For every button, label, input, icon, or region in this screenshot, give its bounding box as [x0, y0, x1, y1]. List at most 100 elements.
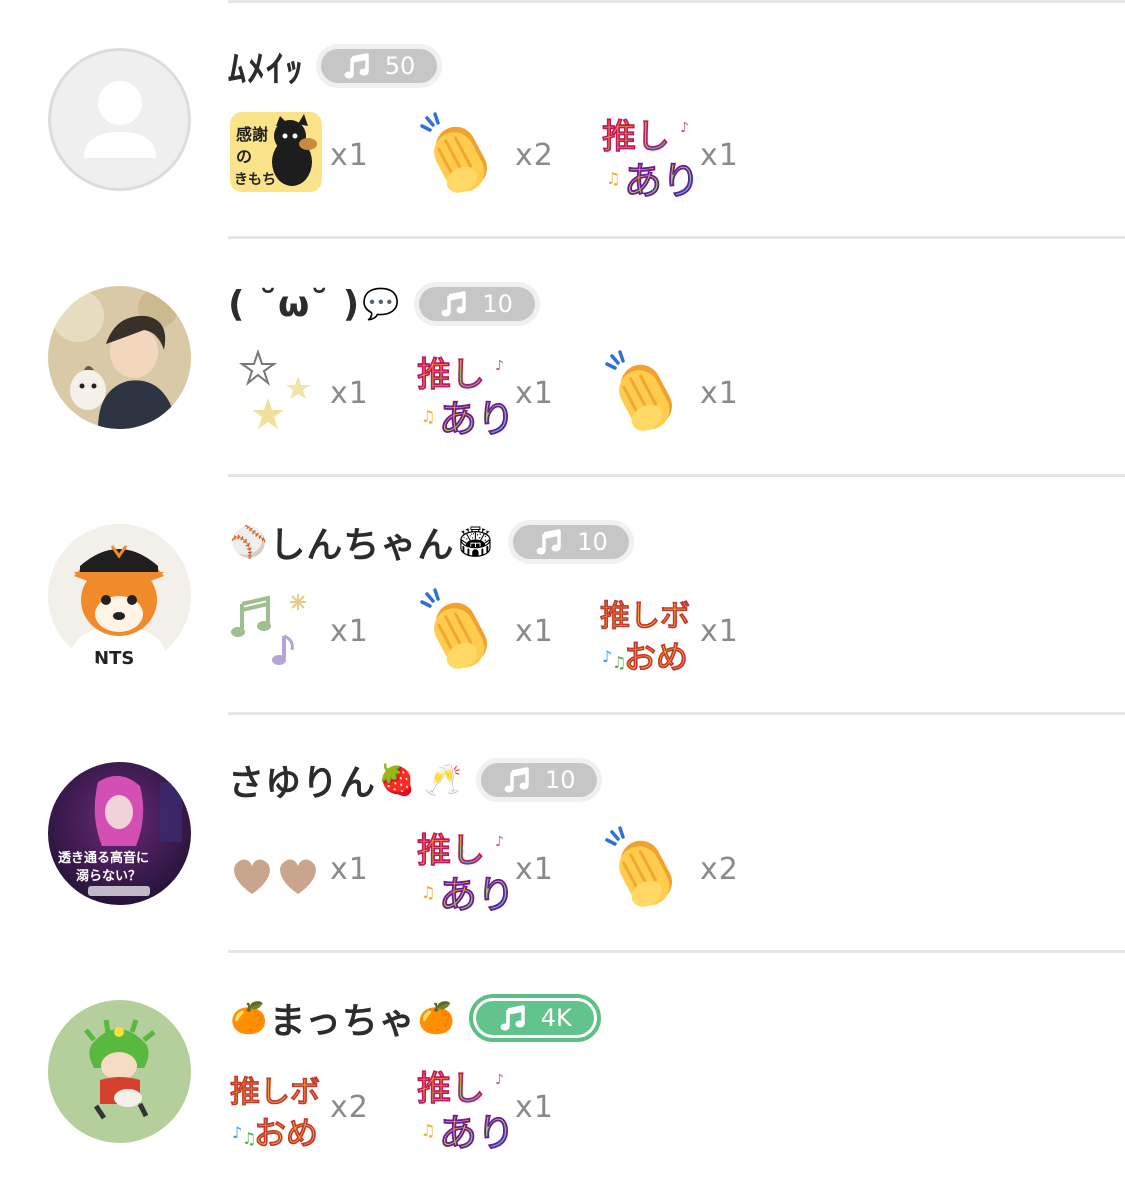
- user-name[interactable]: ( ˘ω˘ ): [228, 284, 360, 325]
- supporter-row[interactable]: ﾑﾒｲｯ 50 感謝 の きもち x1 x2 推し あり ♪ ♫ x1: [0, 0, 1125, 237]
- gift-item[interactable]: 推し あり ♪ ♫ x1: [413, 824, 554, 914]
- support-badge-value: 10: [544, 766, 576, 794]
- svg-text:♪: ♪: [602, 647, 612, 666]
- name-emoji-before: ⚾: [230, 524, 268, 560]
- gift-item[interactable]: x1: [228, 348, 369, 438]
- anime-boy-avatar[interactable]: [48, 286, 191, 429]
- name-emoji-before: 🍊: [230, 1000, 268, 1036]
- gift-count: x1: [515, 375, 554, 411]
- svg-text:の: の: [236, 147, 252, 166]
- support-badge: 50: [316, 44, 442, 88]
- support-badge: 10: [508, 520, 635, 564]
- svg-text:おめ: おめ: [624, 638, 688, 676]
- hearts-sticker: [228, 824, 324, 914]
- user-name[interactable]: ﾑﾒｲｯ: [228, 40, 304, 92]
- svg-text:推し: 推し: [417, 1069, 485, 1109]
- user-name-line: ﾑﾒｲｯ 50: [228, 40, 442, 92]
- gift-item[interactable]: x1: [598, 348, 739, 438]
- gift-item[interactable]: 推しボ おめ ♪ ♫ x2: [228, 1062, 369, 1152]
- name-emoji-after: 🍊: [417, 1000, 456, 1036]
- mascot-avatar[interactable]: NTS: [48, 524, 191, 667]
- gift-item[interactable]: 推し あり ♪ ♫ x1: [413, 348, 554, 438]
- oshi-ari-sticker: 推し あり ♪ ♫: [598, 110, 694, 200]
- oshi-ari-sticker: 推し あり ♪ ♫: [413, 1062, 509, 1152]
- name-emoji-after: 🍓 🥂: [378, 762, 463, 798]
- supporter-row[interactable]: 🍊 まっちゃ 🍊 4K 推しボ おめ ♪ ♫ x2 推し あり ♪ ♫ x1: [0, 952, 1125, 1189]
- supporter-row[interactable]: NTS ⚾ しんちゃん 🏟 10 x1 x1 推しボ おめ ♪ ♫ x1: [0, 476, 1125, 713]
- gift-count: x2: [515, 137, 554, 173]
- svg-text:推しボ: 推しボ: [230, 1075, 320, 1110]
- svg-text:♫: ♫: [421, 883, 435, 902]
- support-badge-value: 10: [577, 528, 608, 556]
- gift-count: x1: [515, 1089, 554, 1125]
- svg-text:透き通る高音に: 透き通る高音に: [58, 850, 149, 866]
- name-emoji-after: 💬: [362, 286, 400, 322]
- clap-sticker: [413, 586, 509, 676]
- support-badge-value: 10: [482, 290, 513, 318]
- gift-count: x1: [515, 851, 554, 887]
- gift-supporter-list: ﾑﾒｲｯ 50 感謝 の きもち x1 x2 推し あり ♪ ♫ x1 (˘ω…: [0, 0, 1125, 1185]
- svg-text:あり: あり: [439, 873, 509, 914]
- svg-text:♫: ♫: [421, 1121, 435, 1140]
- gift-count: x1: [330, 137, 369, 173]
- gift-count: x1: [330, 851, 369, 887]
- gift-count: x1: [330, 375, 369, 411]
- support-badge-pill: 10: [481, 763, 598, 797]
- oshibo-ome-sticker: 推しボ おめ ♪ ♫: [228, 1062, 324, 1152]
- svg-text:あり: あり: [439, 1111, 509, 1152]
- support-badge: 10: [413, 282, 540, 326]
- gift-list: x1 x1 推しボ おめ ♪ ♫ x1: [228, 586, 1108, 676]
- svg-text:♫: ♫: [421, 407, 435, 426]
- clap-sticker: [598, 348, 694, 438]
- svg-text:♫: ♫: [606, 169, 620, 188]
- music-note-icon: [440, 290, 468, 318]
- default-avatar[interactable]: [48, 48, 191, 191]
- svg-text:♪: ♪: [495, 1072, 504, 1088]
- gift-item[interactable]: 感謝 の きもち x1: [228, 110, 369, 200]
- user-name-line: 🍊 まっちゃ 🍊 4K: [228, 992, 602, 1044]
- gift-item[interactable]: x1: [413, 586, 554, 676]
- music-note-icon: [535, 528, 563, 556]
- supporter-row[interactable]: ( ˘ω˘ ) 💬 10 x1 推し あり ♪ ♫ x1 x1: [0, 238, 1125, 475]
- gift-list: 推しボ おめ ♪ ♫ x2 推し あり ♪ ♫ x1: [228, 1062, 1108, 1152]
- gift-count: x1: [700, 137, 739, 173]
- gift-item[interactable]: 推し あり ♪ ♫ x1: [413, 1062, 554, 1152]
- gift-count: x1: [700, 375, 739, 411]
- svg-text:推し: 推し: [417, 831, 485, 871]
- support-badge-value: 4K: [540, 1004, 572, 1032]
- music-note-icon: [343, 52, 371, 80]
- svg-text:NTS: NTS: [94, 648, 134, 667]
- support-badge: 10: [476, 758, 603, 802]
- music-note-icon: [503, 766, 531, 794]
- kansha-cat-sticker: 感謝 の きもち: [228, 110, 324, 200]
- gift-item[interactable]: 推し あり ♪ ♫ x1: [598, 110, 739, 200]
- user-name-line: さゆりん 🍓 🥂 10: [228, 754, 603, 806]
- music-notes-sticker: [228, 586, 324, 676]
- gift-item[interactable]: x1: [228, 586, 369, 676]
- gift-count: x2: [700, 851, 739, 887]
- gift-item[interactable]: 推しボ おめ ♪ ♫ x1: [598, 586, 739, 676]
- svg-text:きもち: きもち: [234, 172, 276, 188]
- gift-item[interactable]: x1: [228, 824, 369, 914]
- gift-item[interactable]: x2: [413, 110, 554, 200]
- svg-text:♫: ♫: [242, 1129, 256, 1148]
- user-name[interactable]: まっちゃ: [269, 992, 416, 1044]
- svg-text:♪: ♪: [495, 834, 504, 850]
- green-hair-character-avatar[interactable]: [48, 1000, 191, 1143]
- svg-text:あり: あり: [439, 397, 509, 438]
- user-name[interactable]: さゆりん: [228, 754, 376, 806]
- supporter-row[interactable]: 透き通る高音に 溺らない？ さゆりん 🍓 🥂 10 x1 推し あり ♪ ♫ x1: [0, 714, 1125, 951]
- support-badge-pill: 4K: [476, 1001, 595, 1035]
- svg-text:感謝: 感謝: [236, 125, 268, 144]
- gift-count: x2: [330, 1089, 369, 1125]
- user-name-line: ( ˘ω˘ ) 💬 10: [228, 278, 540, 330]
- svg-text:推しボ: 推しボ: [600, 599, 690, 634]
- svg-text:♪: ♪: [680, 120, 689, 136]
- gift-item[interactable]: x2: [598, 824, 739, 914]
- gift-count: x1: [515, 613, 554, 649]
- support-badge: 4K: [469, 994, 602, 1042]
- oshibo-ome-sticker: 推しボ おめ ♪ ♫: [598, 586, 694, 676]
- singer-poster-avatar[interactable]: 透き通る高音に 溺らない？: [48, 762, 191, 905]
- user-name[interactable]: しんちゃん: [269, 516, 454, 568]
- svg-text:推し: 推し: [417, 355, 485, 395]
